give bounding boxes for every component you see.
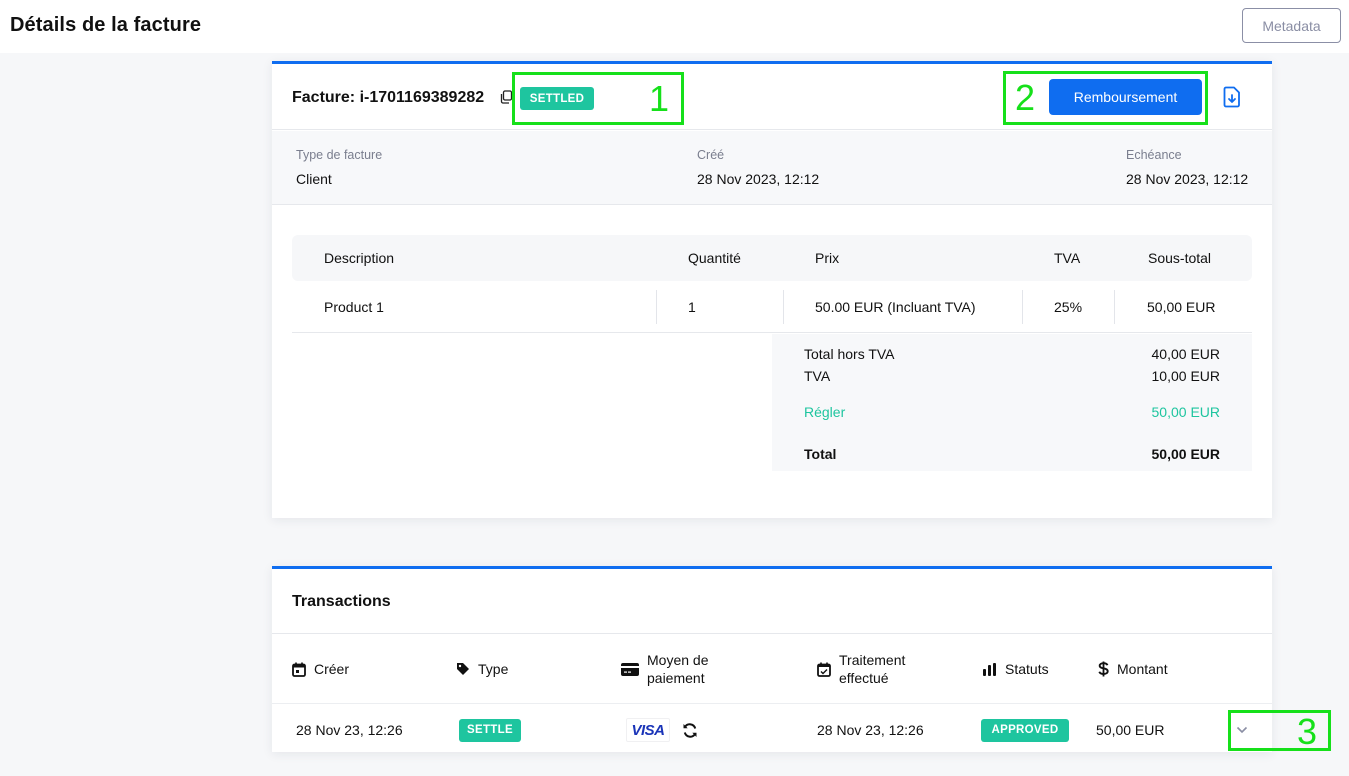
column-header-created: Créer bbox=[292, 634, 349, 704]
due-value: 28 Nov 2023, 12:12 bbox=[1126, 171, 1249, 187]
transaction-type-cell: SETTLE bbox=[459, 705, 521, 755]
total-value: 50,00 EUR bbox=[1151, 446, 1220, 462]
annotation-number: 3 bbox=[1297, 711, 1318, 752]
download-file-icon[interactable] bbox=[1223, 86, 1241, 108]
transaction-created: 28 Nov 23, 12:26 bbox=[296, 722, 403, 738]
column-label: Traitement effectué bbox=[839, 652, 906, 686]
settled-value: 50,00 EUR bbox=[1151, 404, 1220, 420]
visa-logo-icon: VISA bbox=[626, 718, 670, 742]
tag-icon bbox=[457, 663, 469, 675]
invoice-type-value: Client bbox=[296, 171, 332, 187]
column-header: TVA bbox=[1054, 250, 1081, 266]
column-label: Créer bbox=[314, 661, 350, 677]
created-value: 28 Nov 2023, 12:12 bbox=[697, 171, 820, 187]
item-vat: 25% bbox=[1054, 299, 1083, 315]
metadata-button[interactable]: Metadata bbox=[1242, 8, 1341, 43]
item-subtotal: 50,00 EUR bbox=[1147, 299, 1216, 315]
invoice-title: Facture: i-1701169389282 bbox=[292, 89, 485, 106]
column-label: Type bbox=[478, 661, 509, 677]
column-header-processed: Traitement effectué bbox=[817, 634, 927, 704]
transaction-amount: 50,00 EUR bbox=[1096, 722, 1165, 738]
transaction-processed: 28 Nov 23, 12:26 bbox=[817, 722, 924, 738]
column-header: Quantité bbox=[688, 250, 741, 266]
status-badge: SETTLED bbox=[520, 87, 594, 110]
type-badge: SETTLE bbox=[459, 718, 521, 742]
calendar-icon bbox=[292, 662, 306, 677]
subtotal-label: Total hors TVA bbox=[804, 346, 895, 362]
dollar-icon bbox=[1098, 661, 1109, 677]
column-divider bbox=[1022, 290, 1023, 324]
column-divider bbox=[656, 290, 657, 324]
transactions-title: Transactions bbox=[292, 593, 391, 610]
page-title: Détails de la facture bbox=[10, 14, 202, 36]
column-header: Sous-total bbox=[1148, 250, 1212, 266]
table-row[interactable]: 28 Nov 23, 12:26 SETTLE VISA 28 Nov 23, … bbox=[272, 705, 1272, 755]
transaction-status-cell: APPROVED bbox=[981, 705, 1069, 755]
expand-row-button[interactable] bbox=[1236, 705, 1248, 755]
chevron-down-icon bbox=[1236, 726, 1248, 734]
transactions-table-header: Créer Type Moyen de paiement Traitement … bbox=[272, 634, 1272, 704]
column-header-type: Type bbox=[456, 634, 508, 704]
table-row: Product 1 1 50.00 EUR (Incluant TVA) 25%… bbox=[292, 285, 1252, 333]
invoice-card: Facture: i-1701169389282 SETTLED Rembour… bbox=[272, 61, 1272, 518]
column-header-amount: Montant bbox=[1098, 634, 1168, 704]
vat-value: 10,00 EUR bbox=[1151, 368, 1220, 384]
transactions-card: Transactions Créer Type Moyen de paiemen… bbox=[272, 566, 1272, 752]
item-description: Product 1 bbox=[324, 299, 384, 315]
items-table-header: Description Quantité Prix TVA Sous-total bbox=[292, 235, 1252, 281]
vat-label: TVA bbox=[804, 368, 831, 384]
refund-button[interactable]: Remboursement bbox=[1049, 79, 1202, 115]
recurring-icon bbox=[683, 722, 697, 738]
column-divider bbox=[1114, 290, 1115, 324]
due-label: Echéance bbox=[1126, 148, 1182, 162]
total-label: Total bbox=[804, 446, 837, 462]
top-bar: Détails de la facture Metadata bbox=[0, 0, 1349, 53]
column-label: Statuts bbox=[1005, 661, 1049, 677]
created-label: Créé bbox=[697, 148, 725, 162]
status-badge: APPROVED bbox=[981, 718, 1069, 742]
item-price: 50.00 EUR (Incluant TVA) bbox=[815, 299, 976, 315]
column-label: Montant bbox=[1117, 661, 1168, 677]
column-header: Prix bbox=[815, 250, 840, 266]
totals-panel: Total hors TVA 40,00 EUR TVA 10,00 EUR R… bbox=[772, 334, 1252, 471]
invoice-meta: Type de facture Client Créé 28 Nov 2023,… bbox=[272, 131, 1272, 205]
transaction-payment-cell: VISA bbox=[626, 705, 698, 755]
credit-card-icon bbox=[621, 662, 639, 676]
invoice-header: Facture: i-1701169389282 SETTLED Rembour… bbox=[272, 64, 1272, 130]
invoice-type-label: Type de facture bbox=[296, 148, 383, 162]
column-divider bbox=[783, 290, 784, 324]
column-header-payment: Moyen de paiement bbox=[621, 634, 731, 704]
column-header-status: Statuts bbox=[983, 634, 1049, 704]
bar-chart-icon bbox=[983, 662, 996, 676]
column-label: Moyen de paiement bbox=[647, 652, 709, 686]
column-header: Description bbox=[324, 250, 395, 266]
settled-label: Régler bbox=[804, 404, 846, 420]
subtotal-value: 40,00 EUR bbox=[1151, 346, 1220, 362]
calendar-check-icon bbox=[817, 662, 831, 677]
item-quantity: 1 bbox=[688, 299, 696, 315]
copy-icon[interactable] bbox=[499, 90, 513, 104]
